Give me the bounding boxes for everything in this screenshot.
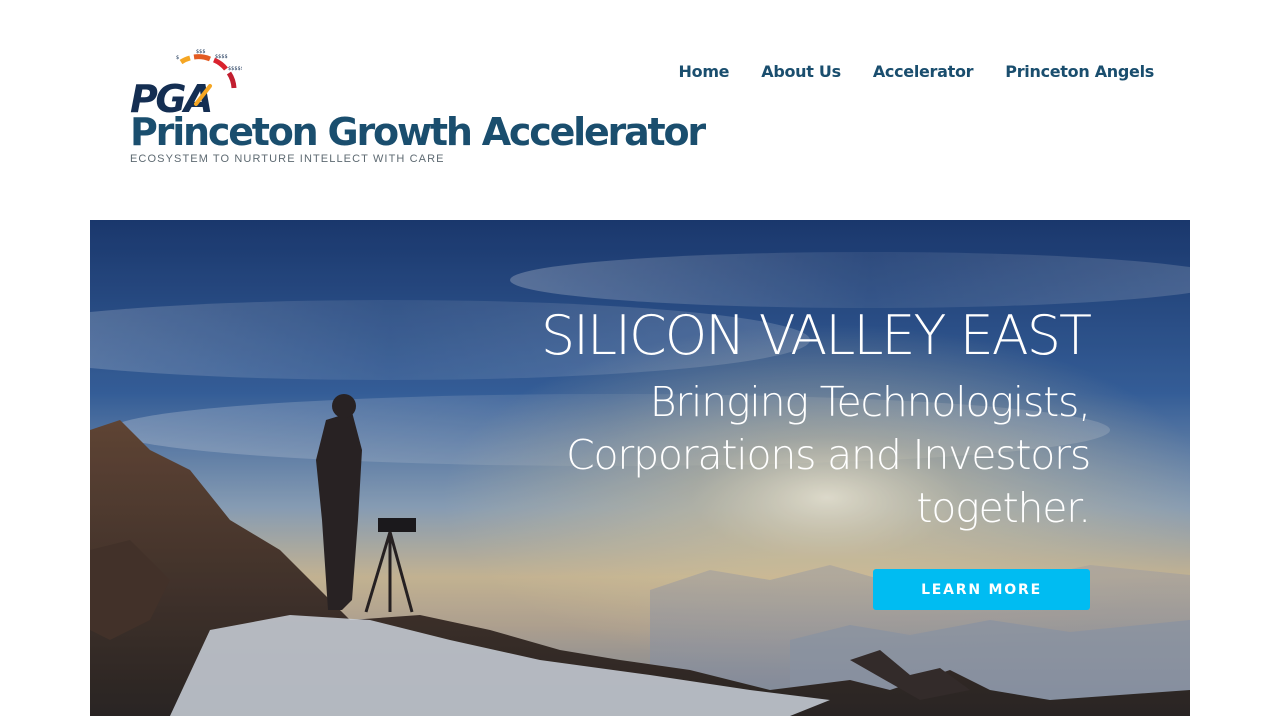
hero-title: SILICON VALLEY EAST — [540, 304, 1092, 367]
hero-subtitle-line-1: Bringing Technologists, — [649, 378, 1091, 426]
hero-subtitle-line-2: Corporations and Investors — [566, 431, 1091, 479]
nav-item-princeton-angels[interactable]: Princeton Angels — [1005, 61, 1154, 83]
svg-text:$$$: $$$ — [196, 49, 206, 55]
hero-subtitle: Bringing Technologists, Corporations and… — [470, 376, 1091, 535]
nav-item-accelerator[interactable]: Accelerator — [873, 61, 974, 83]
site-tagline: ECOSYSTEM TO NURTURE INTELLECT WITH CARE — [130, 153, 445, 165]
primary-nav: Home About Us Accelerator Princeton Ange… — [679, 61, 1155, 83]
nav-item-about-us[interactable]: About Us — [761, 61, 841, 83]
nav-item-home[interactable]: Home — [679, 61, 730, 83]
learn-more-button[interactable]: LEARN MORE — [873, 569, 1090, 610]
hero-subtitle-line-3: together. — [916, 484, 1091, 532]
hero-text-block: SILICON VALLEY EAST Bringing Technologis… — [470, 304, 1092, 535]
svg-text:$: $ — [176, 55, 179, 61]
pga-logo-icon: $ $$$ $$$$ $$$$$ PGA — [130, 49, 242, 114]
site-title[interactable]: Princeton Growth Accelerator — [130, 108, 706, 156]
hero-banner: SILICON VALLEY EAST Bringing Technologis… — [90, 220, 1190, 716]
site-header: $ $$$ $$$$ $$$$$ PGA Princeton Growth Ac… — [0, 0, 1280, 220]
svg-text:$$$$$: $$$$$ — [228, 66, 242, 72]
svg-text:$$$$: $$$$ — [215, 54, 228, 60]
